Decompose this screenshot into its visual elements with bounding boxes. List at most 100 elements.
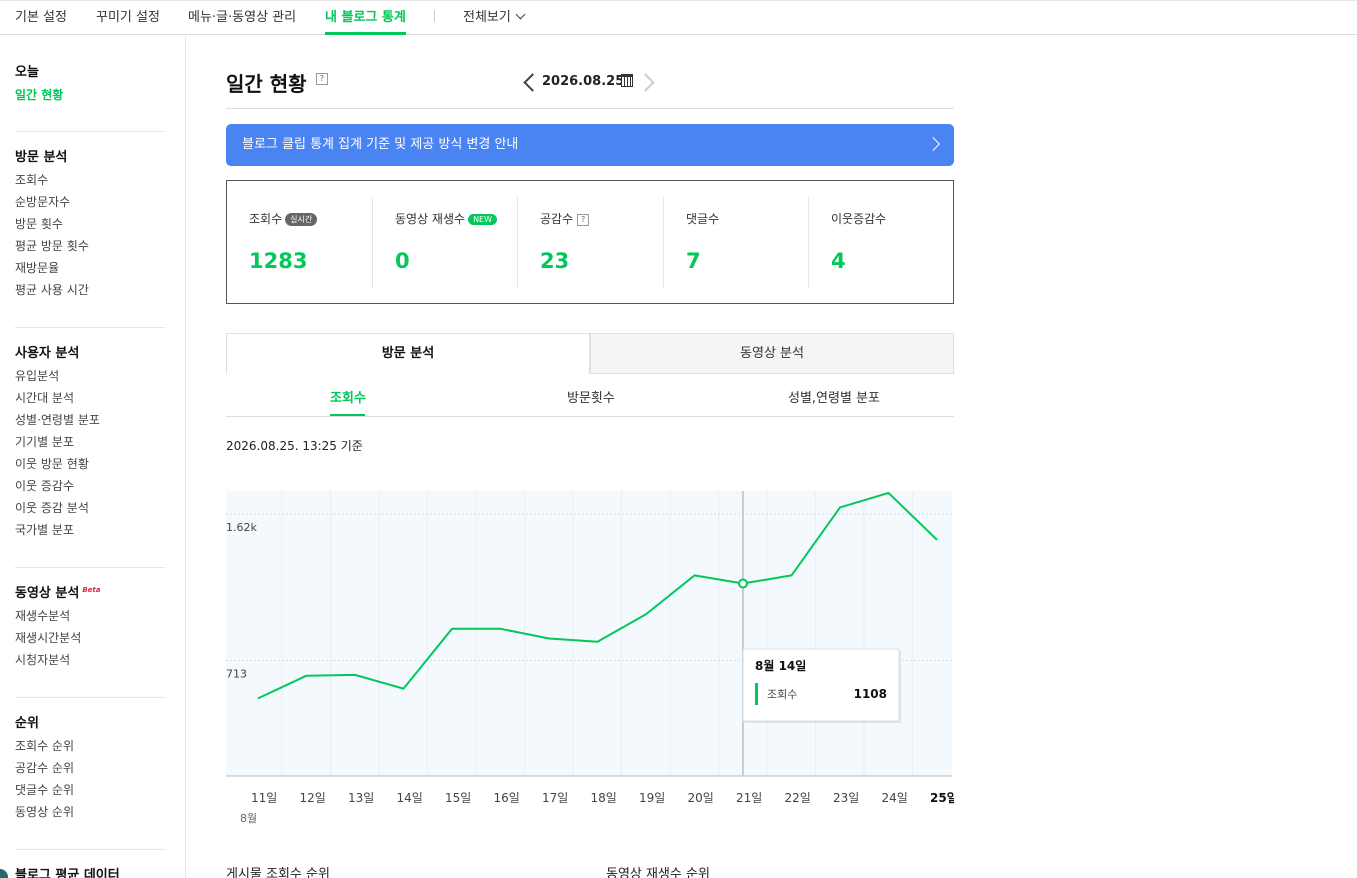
- stat-likes: 공감수? 23: [518, 197, 664, 288]
- view-all-label: 전체보기: [463, 10, 511, 25]
- notice-text: 블로그 클립 통계 집계 기준 및 제공 방식 변경 안내: [242, 137, 519, 152]
- subtab-views[interactable]: 조회수: [330, 387, 366, 406]
- stat-comments-value: 7: [686, 249, 701, 273]
- tab-decorate-settings[interactable]: 꾸미기 설정: [96, 6, 160, 25]
- active-tab-underline: [325, 32, 406, 35]
- x-tick-label: 16일: [494, 791, 520, 805]
- tooltip-series-swatch: [755, 683, 758, 705]
- sidebar-item-unique-visitors[interactable]: 순방문자수: [15, 191, 165, 213]
- stat-likes-value: 23: [540, 249, 570, 273]
- sidebar-item-avg-time[interactable]: 평균 사용 시간: [15, 279, 165, 301]
- sidebar-group-user: 사용자 분석 유입분석 시간대 분석 성별·연령별 분포 기기별 분포 이웃 방…: [15, 343, 165, 541]
- calendar-icon[interactable]: [621, 74, 633, 87]
- sidebar-item-revisit-rate[interactable]: 재방문율: [15, 257, 165, 279]
- current-date: 2026.08.25.: [542, 74, 630, 89]
- subtab-gender-age[interactable]: 성별,연령별 분포: [788, 387, 880, 406]
- sidebar-item-gender-age[interactable]: 성별·연령별 분포: [15, 409, 165, 431]
- next-date-button[interactable]: [636, 73, 655, 92]
- tab-my-blog-stats[interactable]: 내 블로그 통계: [325, 6, 406, 25]
- sidebar: 오늘 일간 현황 방문 분석 조회수 순방문자수 방문 횟수 평균 방문 횟수 …: [0, 36, 186, 878]
- video-plays-rank-heading: 동영상 재생수 순위: [606, 867, 710, 878]
- sidebar-divider: [15, 131, 165, 132]
- sidebar-item-inflow[interactable]: 유입분석: [15, 365, 165, 387]
- x-tick-label: 13일: [348, 791, 374, 805]
- sidebar-item-daily-status[interactable]: 일간 현황: [15, 84, 165, 106]
- stat-comments: 댓글수 7: [664, 197, 809, 288]
- sidebar-title-rank: 순위: [15, 716, 39, 731]
- x-tick-label: 12일: [300, 791, 326, 805]
- sidebar-item-play-count[interactable]: 재생수분석: [15, 605, 165, 627]
- sidebar-item-likes-rank[interactable]: 공감수 순위: [15, 757, 165, 779]
- stat-label: 조회수 실시간: [249, 210, 318, 227]
- sidebar-item-views-rank[interactable]: 조회수 순위: [15, 735, 165, 757]
- tab-visit-analysis[interactable]: 방문 분석: [226, 333, 590, 374]
- stat-neighbor-change-label: 이웃증감수: [831, 212, 887, 226]
- x-tick-label: 14일: [397, 791, 423, 805]
- sidebar-group-avg: 블로그 평균 데이터: [15, 865, 165, 878]
- chevron-down-icon: [515, 9, 526, 20]
- x-tick-label: 24일: [882, 791, 908, 805]
- sidebar-item-comments-rank[interactable]: 댓글수 순위: [15, 779, 165, 801]
- sidebar-title-avg-data[interactable]: 블로그 평균 데이터: [15, 865, 165, 878]
- x-month-label: 8월: [240, 812, 257, 825]
- sidebar-item-neighbor-change[interactable]: 이웃 증감수: [15, 475, 165, 497]
- sidebar-item-video-rank[interactable]: 동영상 순위: [15, 801, 165, 823]
- sub-tabs: 조회수 방문횟수 성별,연령별 분포: [226, 384, 954, 417]
- tab-video-analysis[interactable]: 동영상 분석: [590, 333, 954, 374]
- sidebar-item-avg-visits[interactable]: 평균 방문 횟수: [15, 235, 165, 257]
- active-subtab-underline: [330, 414, 365, 416]
- views-line-chart[interactable]: 713 1.62k 11일 12일 13일 14일 15일 16일 17일 18일 19일 20일 21…: [226, 491, 954, 831]
- sidebar-item-neighbor-change-analysis[interactable]: 이웃 증감 분석: [15, 497, 165, 519]
- view-all-dropdown[interactable]: 전체보기: [463, 6, 526, 25]
- stat-neighbor-change-value: 4: [831, 249, 846, 273]
- stat-video-plays: 동영상 재생수 NEW 0: [373, 197, 518, 288]
- stat-label: 동영상 재생수 NEW: [395, 210, 498, 227]
- tooltip-value: 1108: [854, 687, 887, 701]
- sidebar-item-country[interactable]: 국가별 분포: [15, 519, 165, 541]
- sidebar-title-video-label: 동영상 분석: [15, 586, 80, 601]
- sidebar-group-today: 오늘 일간 현황: [15, 62, 165, 106]
- realtime-badge: 실시간: [285, 213, 318, 226]
- tab-basic-settings[interactable]: 기본 설정: [15, 6, 67, 25]
- nav-divider: [434, 10, 435, 22]
- sidebar-item-play-time[interactable]: 재생시간분석: [15, 627, 165, 649]
- sidebar-title-today: 오늘: [15, 65, 39, 80]
- sidebar-group-video: 동영상 분석 Beta 재생수분석 재생시간분석 시청자분석: [15, 583, 165, 671]
- tooltip-series-label: 조회수: [767, 688, 797, 701]
- sidebar-divider: [15, 567, 165, 568]
- stat-comments-label: 댓글수: [686, 212, 720, 226]
- stat-neighbor-change: 이웃증감수 4: [809, 197, 953, 287]
- tab-menu-post-video[interactable]: 메뉴·글·동영상 관리: [188, 6, 296, 25]
- prev-date-button[interactable]: [523, 73, 542, 92]
- sidebar-group-rank: 순위 조회수 순위 공감수 순위 댓글수 순위 동영상 순위: [15, 713, 165, 823]
- plot-background: [226, 491, 952, 776]
- sidebar-item-neighbor-visits[interactable]: 이웃 방문 현황: [15, 453, 165, 475]
- data-point: [738, 578, 748, 589]
- x-tick-label: 25일: [930, 791, 954, 805]
- notice-banner[interactable]: 블로그 클립 통계 집계 기준 및 제공 방식 변경 안내: [226, 124, 954, 166]
- subtab-visit-count[interactable]: 방문횟수: [567, 387, 615, 406]
- stat-video-plays-value: 0: [395, 249, 410, 273]
- y-tick-label: 1.62k: [226, 521, 257, 534]
- y-tick-label: 713: [226, 668, 247, 681]
- sidebar-item-time-slot[interactable]: 시간대 분석: [15, 387, 165, 409]
- stats-summary: 조회수 실시간 1283 동영상 재생수 NEW 0 공감수? 23 댓글수 7 이…: [226, 180, 954, 304]
- sidebar-title-user: 사용자 분석: [15, 346, 80, 361]
- sidebar-item-visit-count[interactable]: 방문 횟수: [15, 213, 165, 235]
- sidebar-divider: [15, 849, 165, 850]
- x-tick-label: 11일: [251, 791, 277, 805]
- sidebar-item-views[interactable]: 조회수: [15, 169, 165, 191]
- sidebar-group-visit: 방문 분석 조회수 순방문자수 방문 횟수 평균 방문 횟수 재방문율 평균 사…: [15, 147, 165, 301]
- title-divider: [226, 108, 954, 109]
- x-tick-label: 15일: [445, 791, 471, 805]
- help-icon[interactable]: ?: [316, 73, 328, 85]
- sidebar-item-viewers[interactable]: 시청자분석: [15, 649, 165, 671]
- new-badge: NEW: [468, 214, 498, 225]
- help-icon[interactable]: ?: [577, 213, 590, 226]
- sidebar-item-device[interactable]: 기기별 분포: [15, 431, 165, 453]
- x-tick-label: 22일: [785, 791, 811, 805]
- x-tick-label: 17일: [542, 791, 568, 805]
- sidebar-title-visit: 방문 분석: [15, 150, 68, 165]
- x-tick-label: 20일: [688, 791, 714, 805]
- stat-views-value: 1283: [249, 249, 308, 273]
